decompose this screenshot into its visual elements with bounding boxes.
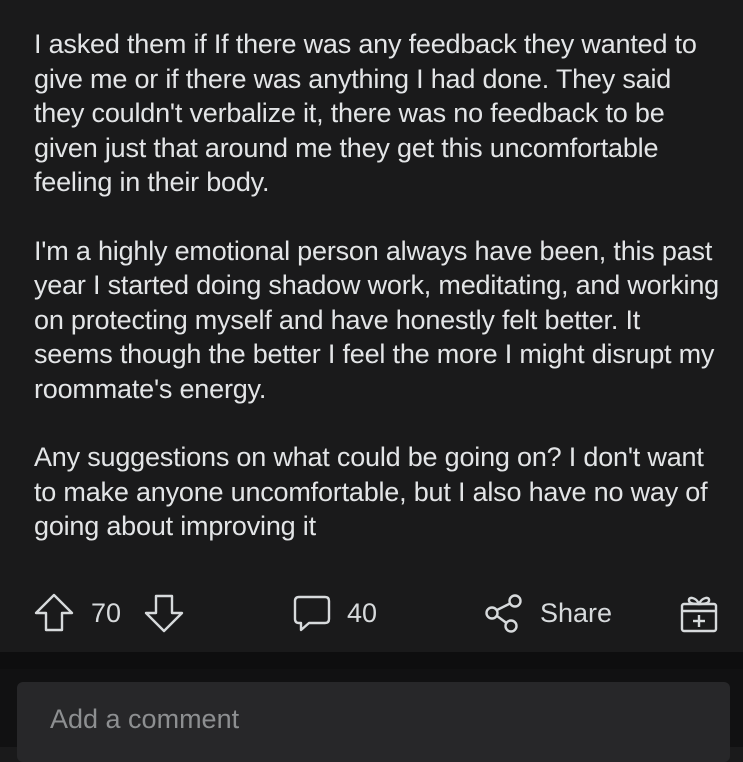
share-button[interactable]: Share [483,588,612,638]
comment-bubble-icon [291,592,333,634]
award-button[interactable] [678,588,720,638]
vote-count-text: 70 [91,597,122,628]
section-divider [0,652,743,669]
post-paragraph-1: I asked them if If there was any feedbac… [34,29,697,197]
post-paragraph-3: Any suggestions on what could be going o… [34,442,708,541]
post-paragraph-2: I'm a highly emotional person always hav… [34,235,719,404]
comments-button[interactable]: 40 [291,588,377,638]
post-body: I asked them if If there was any feedbac… [34,27,724,578]
post-card: I asked them if If there was any feedbac… [0,0,743,652]
comment-count: 40 [347,597,378,628]
upvote-arrow-icon [33,592,75,634]
upvote-button[interactable] [33,588,75,638]
comment-placeholder: Add a comment [50,704,240,734]
post-action-bar: 70 40 Share [0,588,743,638]
comment-input[interactable]: Add a comment [17,682,730,762]
downvote-arrow-icon [143,592,185,634]
share-icon [483,592,525,634]
award-gift-icon [678,592,720,634]
share-label: Share [540,597,613,628]
vote-count: 70 [91,588,121,638]
downvote-button[interactable] [143,588,185,638]
comment-composer-area: Add a comment [0,669,743,762]
